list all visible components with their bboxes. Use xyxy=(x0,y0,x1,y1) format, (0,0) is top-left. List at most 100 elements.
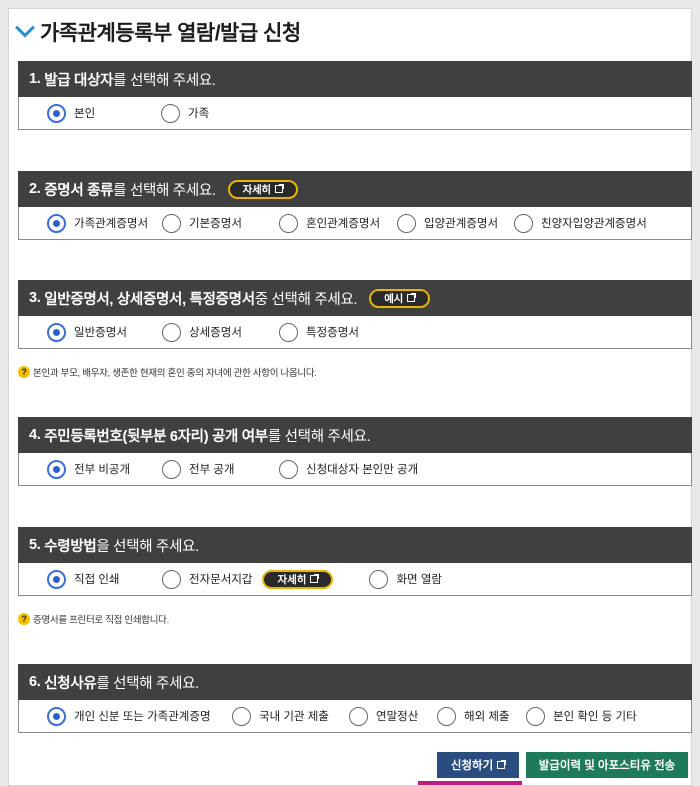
radio-label: 본인 xyxy=(74,108,96,120)
radio-label: 해외 제출 xyxy=(464,711,510,723)
section-resident-number: 4. 주민등록번호(뒷부분 6자리) 공개 여부 를 선택해 주세요. 전부 비공… xyxy=(18,417,692,486)
section-heading-bold: 발급 대상자 xyxy=(44,72,114,89)
radio-button[interactable] xyxy=(161,103,180,123)
radio-label: 국내 기관 제출 xyxy=(259,711,329,723)
radio-label: 기본증명서 xyxy=(189,218,242,230)
section-heading-rest: 를 선택해 주세요. xyxy=(113,182,216,199)
radio-overseas-submit[interactable]: 해외 제출 xyxy=(437,706,526,726)
help-note-receive: ? 증명서를 프린터로 직접 인쇄합니다. xyxy=(18,612,169,626)
radio-other[interactable]: 본인 확인 등 기타 xyxy=(526,706,637,726)
radio-button[interactable] xyxy=(47,459,66,479)
radio-all-public[interactable]: 전부 공개 xyxy=(162,459,279,479)
section-options: 직접 인쇄 전자문서지갑 자세히 화면 열람 xyxy=(18,563,692,596)
help-note-text: 본인과 부모, 배우자, 생존한 현재의 혼인 중의 자녀에 관한 사항이 나옵… xyxy=(33,368,317,379)
radio-button[interactable] xyxy=(514,213,533,233)
radio-label: 전자문서지갑 xyxy=(189,574,253,586)
section-heading-rest: 를 선택해 주세요. xyxy=(267,428,371,445)
section-options: 일반증명서 상세증명서 특정증명서 xyxy=(18,316,692,349)
radio-screen-view[interactable]: 화면 열람 xyxy=(369,569,442,589)
section-number: 6. xyxy=(29,674,41,690)
radio-marriage-cert[interactable]: 혼인관계증명서 xyxy=(279,213,397,233)
question-icon: ? xyxy=(18,366,30,378)
radio-button[interactable] xyxy=(47,322,66,342)
details-button[interactable]: 자세히 xyxy=(227,179,298,199)
radio-label: 전부 비공개 xyxy=(74,464,131,476)
radio-button[interactable] xyxy=(437,706,456,726)
e-wallet-details-button[interactable]: 자세히 xyxy=(262,569,334,589)
page-title: 가족관계등록부 열람/발급 신청 xyxy=(40,22,301,45)
radio-button[interactable] xyxy=(369,569,389,589)
radio-button[interactable] xyxy=(279,459,298,479)
radio-button[interactable] xyxy=(162,322,181,342)
apply-button[interactable]: 신청하기 xyxy=(437,752,519,778)
radio-label: 가족관계증명서 xyxy=(74,218,149,230)
radio-button[interactable] xyxy=(279,322,298,342)
radio-family[interactable]: 가족 xyxy=(161,103,210,123)
radio-label: 개인 신분 또는 가족관계증명 xyxy=(74,711,211,723)
radio-button[interactable] xyxy=(47,569,66,589)
radio-button[interactable] xyxy=(162,213,181,233)
radio-domestic-submit[interactable]: 국내 기관 제출 xyxy=(232,706,349,726)
section-options: 전부 비공개 전부 공개 신청대상자 본인만 공개 xyxy=(18,453,692,486)
radio-button[interactable] xyxy=(232,706,251,726)
radio-button[interactable] xyxy=(162,459,181,479)
radio-button[interactable] xyxy=(279,213,298,233)
radio-self-only-public[interactable]: 신청대상자 본인만 공개 xyxy=(279,459,419,479)
radio-button[interactable] xyxy=(526,706,545,726)
section-heading-bold: 증명서 종류 xyxy=(44,182,114,199)
help-note-text: 증명서를 프린터로 직접 인쇄합니다. xyxy=(33,615,169,626)
section-options: 본인 가족 xyxy=(18,97,692,130)
section-heading: 3. 일반증명서, 상세증명서, 특정증명서 중 선택해 주세요. 예시 xyxy=(18,280,692,316)
radio-label: 연말정산 xyxy=(376,711,419,723)
radio-adoption-cert[interactable]: 입양관계증명서 xyxy=(397,213,514,233)
external-link-icon xyxy=(406,293,416,302)
radio-button[interactable] xyxy=(397,213,416,233)
section-heading: 1. 발급 대상자 를 선택해 주세요. xyxy=(18,61,692,97)
details-label: 자세히 xyxy=(242,183,271,196)
radio-basic-cert[interactable]: 기본증명서 xyxy=(162,213,279,233)
radio-general-cert[interactable]: 일반증명서 xyxy=(47,322,162,342)
radio-button[interactable] xyxy=(349,706,368,726)
section-options: 가족관계증명서 기본증명서 혼인관계증명서 입양관계증명서 친양자입양관계증명서 xyxy=(18,207,692,240)
radio-self[interactable]: 본인 xyxy=(47,103,161,123)
radio-all-private[interactable]: 전부 비공개 xyxy=(47,459,162,479)
section-heading-rest: 중 선택해 주세요. xyxy=(254,291,358,308)
help-note-certificate: ? 본인과 부모, 배우자, 생존한 현재의 혼인 중의 자녀에 관한 사항이 나… xyxy=(18,365,317,379)
radio-label: 일반증명서 xyxy=(74,327,127,339)
radio-label: 친양자입양관계증명서 xyxy=(541,218,647,230)
example-button[interactable]: 예시 xyxy=(369,288,430,308)
radio-button[interactable] xyxy=(47,706,66,726)
radio-specific-cert[interactable]: 특정증명서 xyxy=(279,322,359,342)
history-apostille-button[interactable]: 발급이력 및 아포스티유 전송 xyxy=(526,752,688,778)
radio-direct-print[interactable]: 직접 인쇄 xyxy=(47,569,162,589)
section-heading-bold: 수령방법 xyxy=(44,538,97,555)
section-heading: 5. 수령방법 을 선택해 주세요. xyxy=(18,527,692,563)
radio-family-relation-cert[interactable]: 가족관계증명서 xyxy=(47,213,162,233)
radio-button[interactable] xyxy=(47,213,66,233)
section-heading: 4. 주민등록번호(뒷부분 6자리) 공개 여부 를 선택해 주세요. xyxy=(18,417,692,453)
section-application-reason: 6. 신청사유 를 선택해 주세요. 개인 신분 또는 가족관계증명 국내 기관 … xyxy=(18,664,692,733)
radio-label: 상세증명서 xyxy=(189,327,242,339)
radio-label: 입양관계증명서 xyxy=(424,218,499,230)
radio-year-end-tax[interactable]: 연말정산 xyxy=(349,706,437,726)
section-certificate-type: 2. 증명서 종류 를 선택해 주세요. 자세히 가족관계증명서 기본증명서 혼인… xyxy=(18,171,692,240)
radio-e-wallet[interactable]: 전자문서지갑 xyxy=(162,569,253,589)
section-options: 개인 신분 또는 가족관계증명 국내 기관 제출 연말정산 해외 제출 본인 확… xyxy=(18,700,692,733)
section-heading-bold: 주민등록번호(뒷부분 6자리) 공개 여부 xyxy=(44,428,268,445)
radio-label: 가족 xyxy=(188,108,210,120)
external-link-icon xyxy=(310,574,320,583)
section-heading-rest: 을 선택해 주세요. xyxy=(96,538,199,555)
highlight-underline xyxy=(418,781,522,785)
radio-label: 본인 확인 등 기타 xyxy=(553,711,637,723)
radio-full-adoption-cert[interactable]: 친양자입양관계증명서 xyxy=(514,213,647,233)
radio-button[interactable] xyxy=(162,569,181,589)
radio-label: 전부 공개 xyxy=(189,464,235,476)
radio-identity-family[interactable]: 개인 신분 또는 가족관계증명 xyxy=(47,706,232,726)
radio-label: 신청대상자 본인만 공개 xyxy=(306,464,419,476)
radio-label: 혼인관계증명서 xyxy=(306,218,381,230)
title-chevron-icon xyxy=(15,17,35,38)
radio-detailed-cert[interactable]: 상세증명서 xyxy=(162,322,279,342)
external-link-icon xyxy=(274,184,284,193)
radio-button[interactable] xyxy=(47,103,66,123)
section-receive-method: 5. 수령방법 을 선택해 주세요. 직접 인쇄 전자문서지갑 자세히 화면 열람 xyxy=(18,527,692,596)
